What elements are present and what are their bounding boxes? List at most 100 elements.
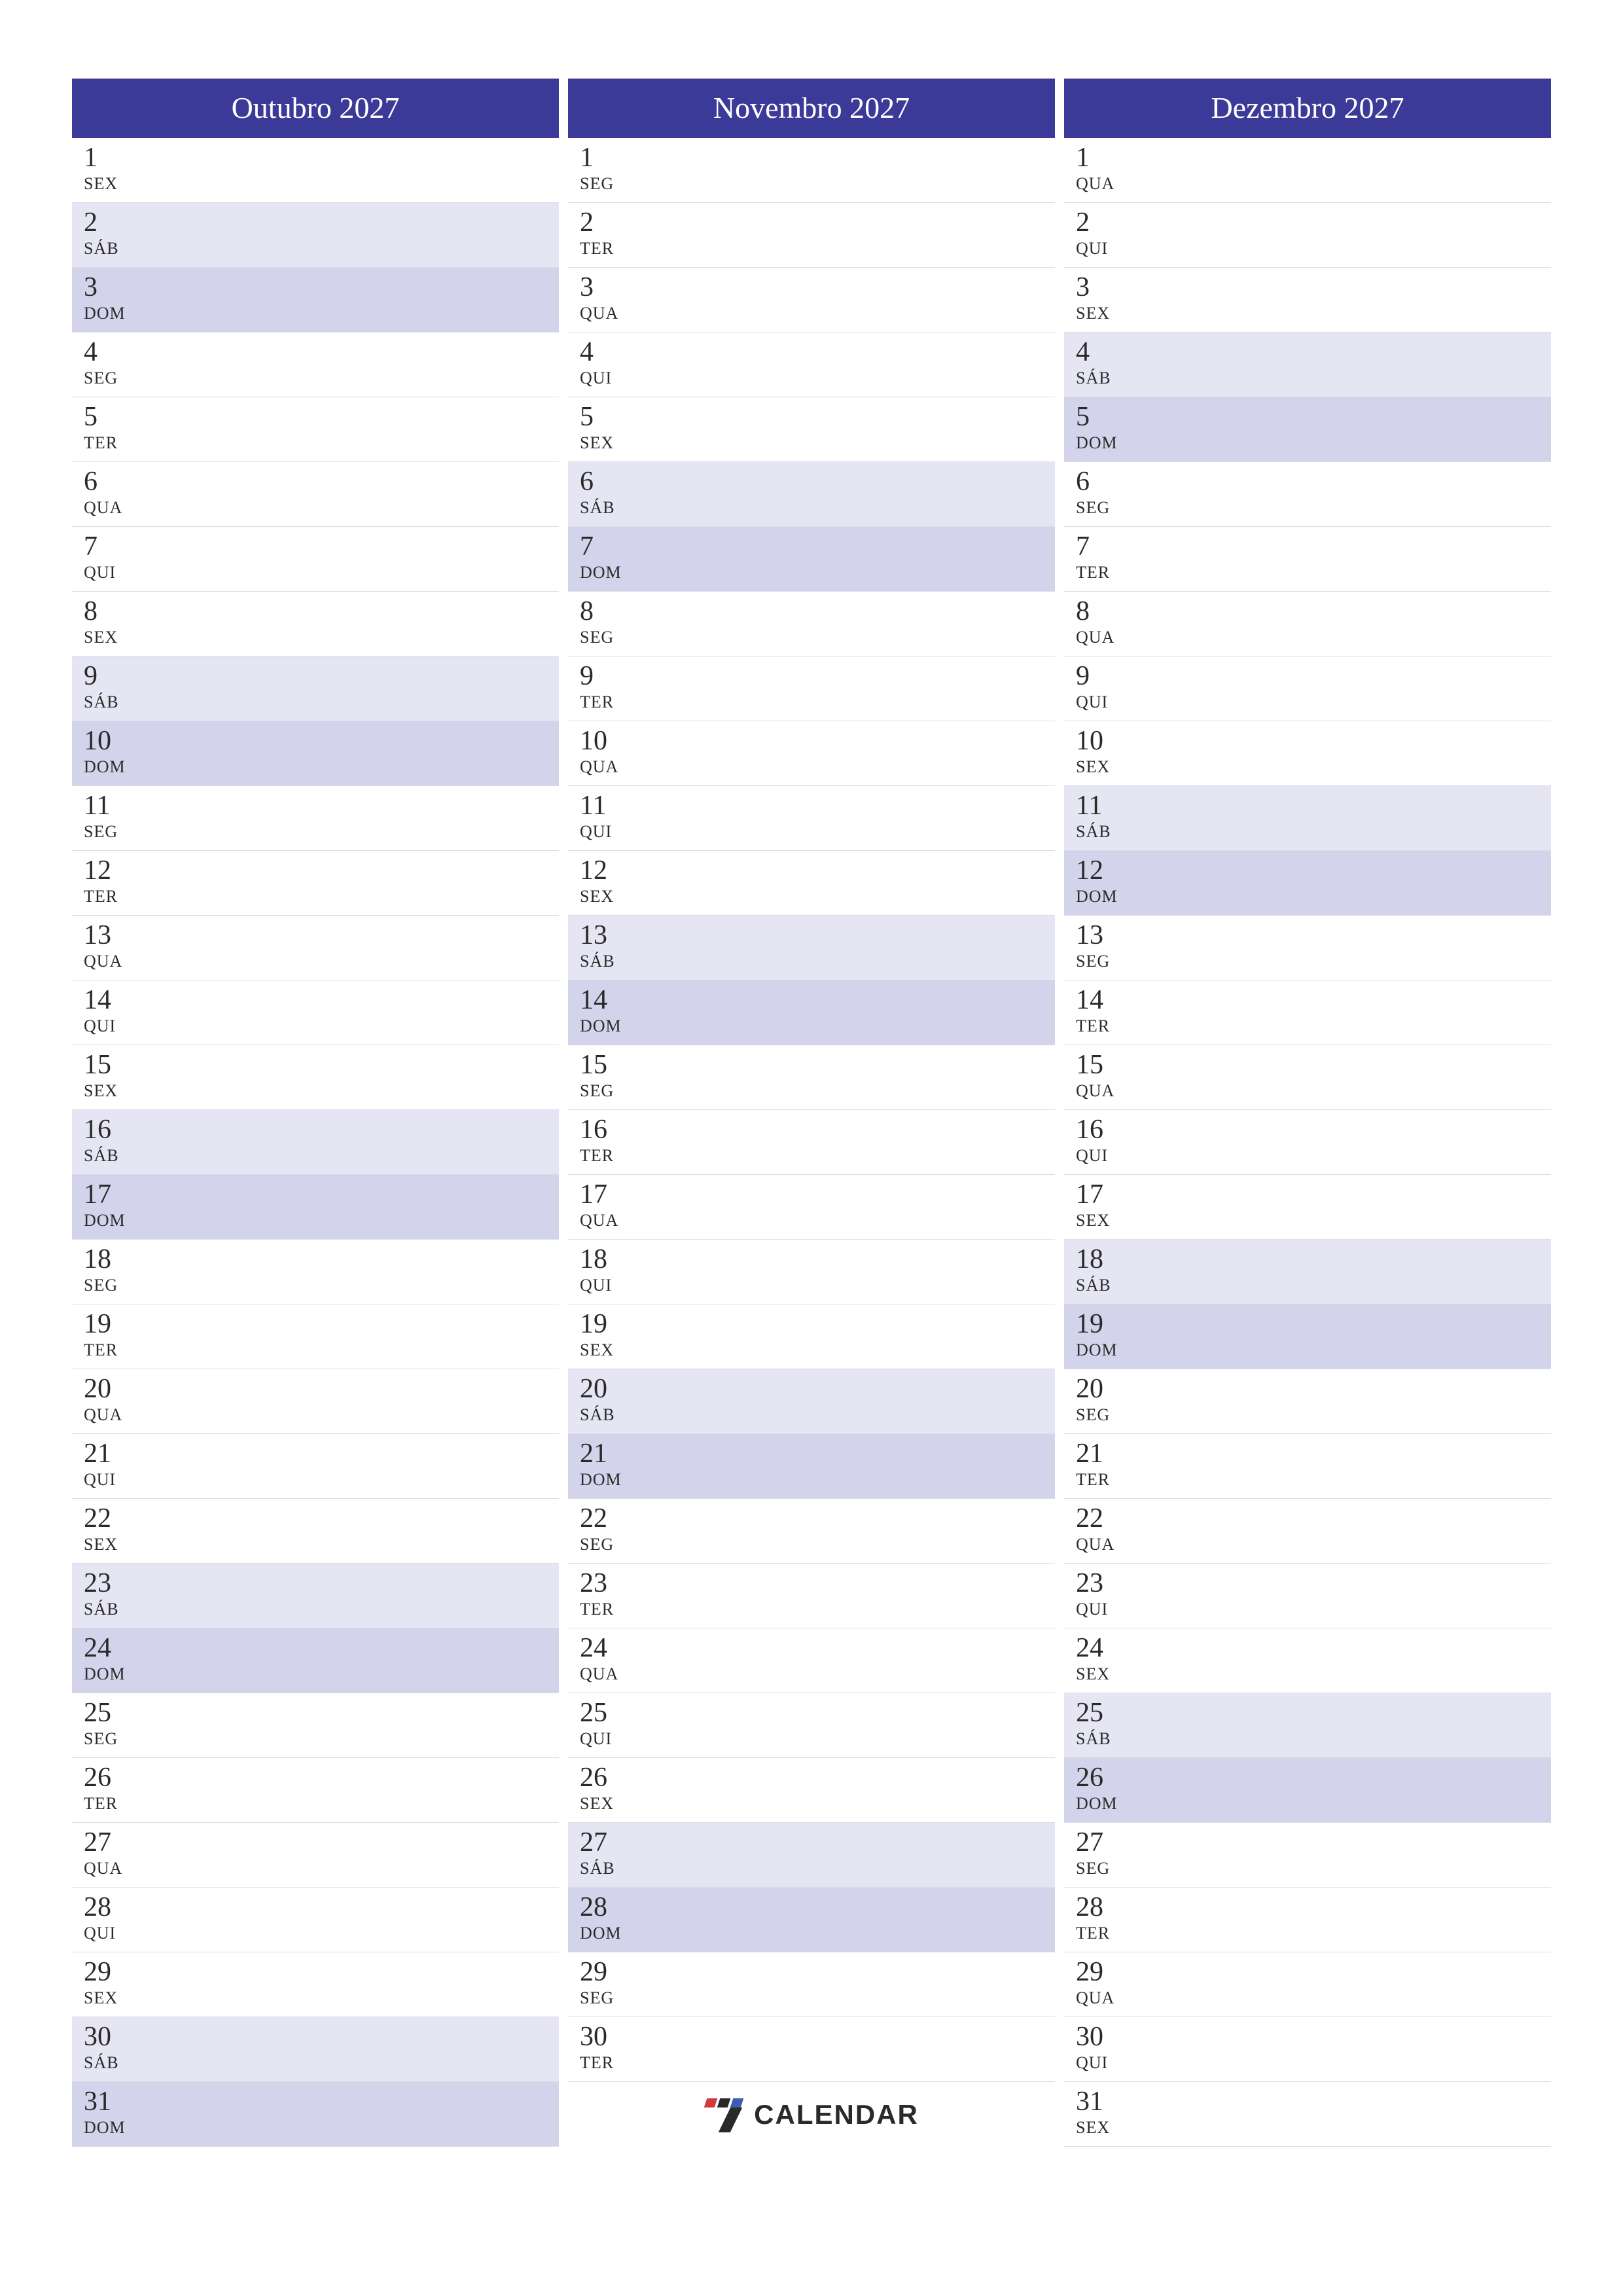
day-cell: 8QUA <box>1064 592 1551 656</box>
day-of-week-label: DOM <box>1076 1340 1551 1360</box>
day-of-week-label: QUI <box>1076 692 1551 712</box>
brand-logo: CALENDAR <box>568 2082 1055 2147</box>
day-number: 23 <box>1076 1569 1551 1598</box>
day-cell: 16SÁB <box>72 1110 559 1175</box>
day-of-week-label: QUA <box>580 1664 1055 1684</box>
day-cell: 14TER <box>1064 980 1551 1045</box>
day-cell: 2TER <box>568 203 1055 268</box>
day-of-week-label: SÁB <box>1076 368 1551 388</box>
day-cell: 15SEG <box>568 1045 1055 1110</box>
day-number: 30 <box>580 2022 1055 2052</box>
month-column: Dezembro 20271QUA2QUI3SEX4SÁB5DOM6SEG7TE… <box>1064 79 1551 2147</box>
day-cell: 27QUA <box>72 1823 559 1888</box>
day-cell: 17DOM <box>72 1175 559 1240</box>
day-cell: 22SEX <box>72 1499 559 1564</box>
day-of-week-label: QUI <box>84 1924 559 1943</box>
day-cell: 3SEX <box>1064 268 1551 332</box>
day-of-week-label: TER <box>1076 1470 1551 1490</box>
day-number: 14 <box>84 986 559 1015</box>
day-of-week-label: QUI <box>1076 239 1551 259</box>
day-number: 14 <box>1076 986 1551 1015</box>
day-number: 16 <box>580 1115 1055 1145</box>
day-of-week-label: QUI <box>1076 2053 1551 2073</box>
day-number: 18 <box>1076 1245 1551 1274</box>
day-of-week-label: TER <box>84 1340 559 1360</box>
day-cell: 29QUA <box>1064 1952 1551 2017</box>
day-number: 20 <box>580 1374 1055 1404</box>
day-cell: 27SÁB <box>568 1823 1055 1888</box>
day-number: 3 <box>84 273 559 302</box>
day-cell: 6SEG <box>1064 462 1551 527</box>
day-cell: 19SEX <box>568 1304 1055 1369</box>
day-of-week-label: SEX <box>1076 2118 1551 2138</box>
day-of-week-label: SEX <box>580 433 1055 453</box>
day-number: 22 <box>84 1504 559 1534</box>
day-of-week-label: SEX <box>1076 304 1551 323</box>
day-number: 28 <box>1076 1893 1551 1922</box>
day-of-week-label: QUI <box>580 368 1055 388</box>
day-number: 2 <box>1076 208 1551 238</box>
day-cell: 4SÁB <box>1064 332 1551 397</box>
day-number: 30 <box>1076 2022 1551 2052</box>
day-number: 26 <box>1076 1763 1551 1793</box>
day-number: 23 <box>84 1569 559 1598</box>
day-of-week-label: DOM <box>1076 1794 1551 1814</box>
day-cell: 21TER <box>1064 1434 1551 1499</box>
day-of-week-label: SEG <box>580 1535 1055 1554</box>
month-header: Dezembro 2027 <box>1064 79 1551 138</box>
day-cell: 5TER <box>72 397 559 462</box>
day-cell: 19TER <box>72 1304 559 1369</box>
day-of-week-label: TER <box>580 239 1055 259</box>
day-cell: 2QUI <box>1064 203 1551 268</box>
day-cell: 19DOM <box>1064 1304 1551 1369</box>
day-of-week-label: SEG <box>1076 1405 1551 1425</box>
day-number: 4 <box>84 338 559 367</box>
day-of-week-label: QUI <box>84 1470 559 1490</box>
day-cell: 31SEX <box>1064 2082 1551 2147</box>
day-number: 14 <box>580 986 1055 1015</box>
day-cell: 20SÁB <box>568 1369 1055 1434</box>
day-number: 31 <box>1076 2087 1551 2117</box>
day-of-week-label: SÁB <box>84 1600 559 1619</box>
day-of-week-label: QUA <box>84 498 559 518</box>
day-number: 21 <box>580 1439 1055 1469</box>
day-of-week-label: SÁB <box>580 1405 1055 1425</box>
day-cell: 25SEG <box>72 1693 559 1758</box>
day-number: 27 <box>1076 1828 1551 1857</box>
day-number: 1 <box>580 143 1055 173</box>
day-cell: 21QUI <box>72 1434 559 1499</box>
day-cell: 18SÁB <box>1064 1240 1551 1304</box>
day-of-week-label: DOM <box>580 1924 1055 1943</box>
day-cell: 5DOM <box>1064 397 1551 462</box>
day-number: 1 <box>84 143 559 173</box>
day-of-week-label: QUA <box>84 952 559 971</box>
day-cell: 12DOM <box>1064 851 1551 916</box>
day-cell: 1SEG <box>568 138 1055 203</box>
day-of-week-label: QUA <box>580 1211 1055 1230</box>
day-cell: 25SÁB <box>1064 1693 1551 1758</box>
day-of-week-label: QUI <box>580 822 1055 842</box>
day-number: 21 <box>1076 1439 1551 1469</box>
day-of-week-label: SEG <box>580 174 1055 194</box>
day-number: 27 <box>580 1828 1055 1857</box>
day-cell: 30SÁB <box>72 2017 559 2082</box>
day-of-week-label: SÁB <box>580 952 1055 971</box>
day-number: 5 <box>1076 403 1551 432</box>
day-cell: 4SEG <box>72 332 559 397</box>
day-number: 9 <box>84 662 559 691</box>
day-of-week-label: SEX <box>84 1988 559 2008</box>
day-cell: 29SEX <box>72 1952 559 2017</box>
day-number: 20 <box>84 1374 559 1404</box>
day-number: 25 <box>84 1698 559 1728</box>
day-cell: 29SEG <box>568 1952 1055 2017</box>
day-cell: 17QUA <box>568 1175 1055 1240</box>
day-of-week-label: SÁB <box>84 1146 559 1166</box>
day-of-week-label: SEG <box>84 822 559 842</box>
day-of-week-label: SÁB <box>84 239 559 259</box>
day-number: 22 <box>1076 1504 1551 1534</box>
day-of-week-label: QUA <box>1076 1988 1551 2008</box>
day-number: 8 <box>1076 597 1551 626</box>
day-number: 1 <box>1076 143 1551 173</box>
day-number: 8 <box>580 597 1055 626</box>
day-of-week-label: QUA <box>84 1405 559 1425</box>
